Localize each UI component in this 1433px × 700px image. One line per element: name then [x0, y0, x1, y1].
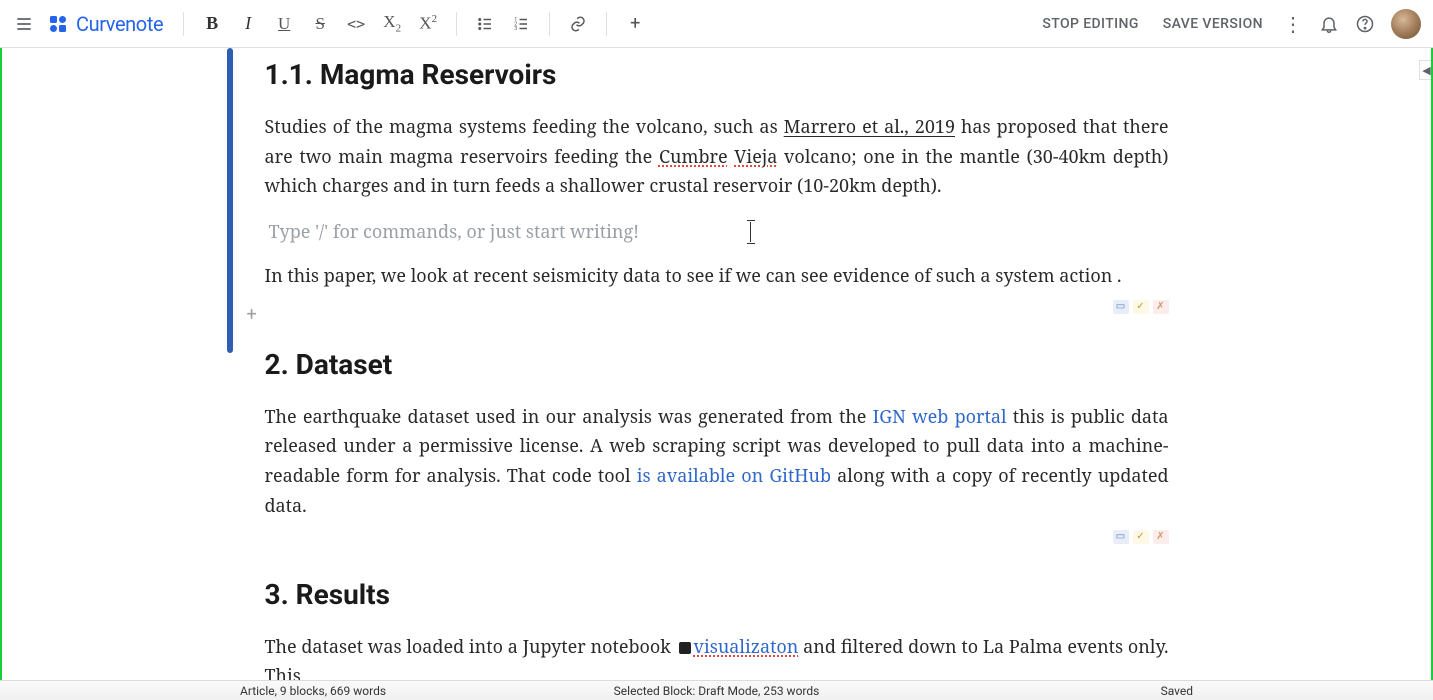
spelling-marked-word[interactable]: Vieja — [734, 145, 777, 169]
paragraph[interactable]: The earthquake dataset used in our analy… — [265, 403, 1169, 522]
text: The dataset was loaded into a Jupyter no… — [265, 635, 676, 659]
code-button[interactable]: <> — [340, 8, 372, 40]
heading-3[interactable]: 3. Results — [265, 578, 1169, 611]
text-cursor-icon — [750, 222, 751, 242]
text: The earthquake dataset used in our analy… — [265, 405, 873, 429]
empty-block-placeholder[interactable]: Type '/' for commands, or just start wri… — [265, 208, 1169, 262]
add-block-button[interactable]: + — [619, 8, 651, 40]
dismiss-badge-icon[interactable]: ✗ — [1153, 530, 1169, 544]
paragraph[interactable]: Studies of the magma systems feeding the… — [265, 113, 1169, 202]
link-button[interactable] — [562, 8, 594, 40]
stop-editing-button[interactable]: STOP EDITING — [1032, 10, 1148, 38]
citation-link[interactable]: Marrero et al., 2019 — [784, 115, 955, 139]
toolbar-separator — [606, 12, 607, 36]
subscript-button[interactable]: X2 — [376, 8, 408, 40]
notifications-icon[interactable] — [1313, 8, 1345, 40]
placeholder-text: Type '/' for commands, or just start wri… — [269, 220, 640, 244]
paragraph[interactable]: The dataset was loaded into a Jupyter no… — [265, 633, 1169, 681]
toolbar-separator — [183, 12, 184, 36]
notebook-chip-icon[interactable] — [679, 642, 691, 654]
svg-text:3: 3 — [514, 26, 517, 32]
status-bar: Article, 9 blocks, 669 words Selected Bl… — [0, 680, 1433, 700]
dismiss-badge-icon[interactable]: ✗ — [1153, 300, 1169, 314]
external-link[interactable]: is available on GitHub — [637, 464, 831, 488]
underline-button[interactable]: U — [268, 8, 300, 40]
help-icon[interactable] — [1349, 8, 1381, 40]
spelling-marked-word[interactable]: Cumbre — [659, 145, 728, 169]
heading-1-1[interactable]: 1.1. Magma Reservoirs — [265, 58, 1169, 91]
block-gap: ▭ ✓ ✗ — [265, 528, 1169, 568]
status-selected-block: Selected Block: Draft Mode, 253 words — [614, 684, 820, 698]
block-badges: ▭ ✓ ✗ — [1113, 530, 1169, 544]
insert-block-icon[interactable]: + — [247, 304, 257, 325]
toolbar-separator — [456, 12, 457, 36]
status-save-state: Saved — [1161, 684, 1193, 698]
bold-button[interactable]: B — [196, 8, 228, 40]
avatar[interactable] — [1391, 9, 1421, 39]
paragraph[interactable]: In this paper, we look at recent seismic… — [265, 262, 1169, 292]
save-version-button[interactable]: SAVE VERSION — [1153, 10, 1273, 38]
italic-button[interactable]: I — [232, 8, 264, 40]
top-toolbar: Curvenote B I U S <> X2 X2 123 + STOP ED… — [0, 0, 1433, 48]
brand-link[interactable]: Curvenote — [46, 12, 163, 36]
text: In this paper, we look at recent seismic… — [265, 264, 1122, 288]
status-article-summary: Article, 9 blocks, 669 words — [240, 684, 386, 698]
menu-icon[interactable] — [12, 12, 36, 36]
text: Studies of the magma systems feeding the… — [265, 115, 784, 139]
external-link[interactable]: IGN web portal — [873, 405, 1007, 429]
unordered-list-button[interactable] — [469, 8, 501, 40]
brand-name: Curvenote — [76, 12, 163, 36]
heading-2[interactable]: 2. Dataset — [265, 348, 1169, 381]
more-options-icon[interactable]: ⋮ — [1277, 12, 1309, 36]
toolbar-separator — [549, 12, 550, 36]
document-page[interactable]: 1.1. Magma Reservoirs Studies of the mag… — [227, 58, 1207, 680]
ordered-list-button[interactable]: 123 — [505, 8, 537, 40]
superscript-button[interactable]: X2 — [412, 8, 444, 40]
strikethrough-button[interactable]: S — [304, 8, 336, 40]
comment-badge-icon[interactable]: ▭ — [1113, 300, 1129, 314]
accept-badge-icon[interactable]: ✓ — [1133, 530, 1149, 544]
notebook-link[interactable]: visualizaton — [694, 635, 799, 659]
block-selection-indicator — [227, 48, 233, 353]
comment-badge-icon[interactable]: ▭ — [1113, 530, 1129, 544]
editor-viewport: 1.1. Magma Reservoirs Studies of the mag… — [0, 48, 1433, 680]
accept-badge-icon[interactable]: ✓ — [1133, 300, 1149, 314]
brand-logo-icon — [46, 12, 70, 36]
block-gap: + ▭ ✓ ✗ — [265, 298, 1169, 338]
block-badges: ▭ ✓ ✗ — [1113, 300, 1169, 314]
